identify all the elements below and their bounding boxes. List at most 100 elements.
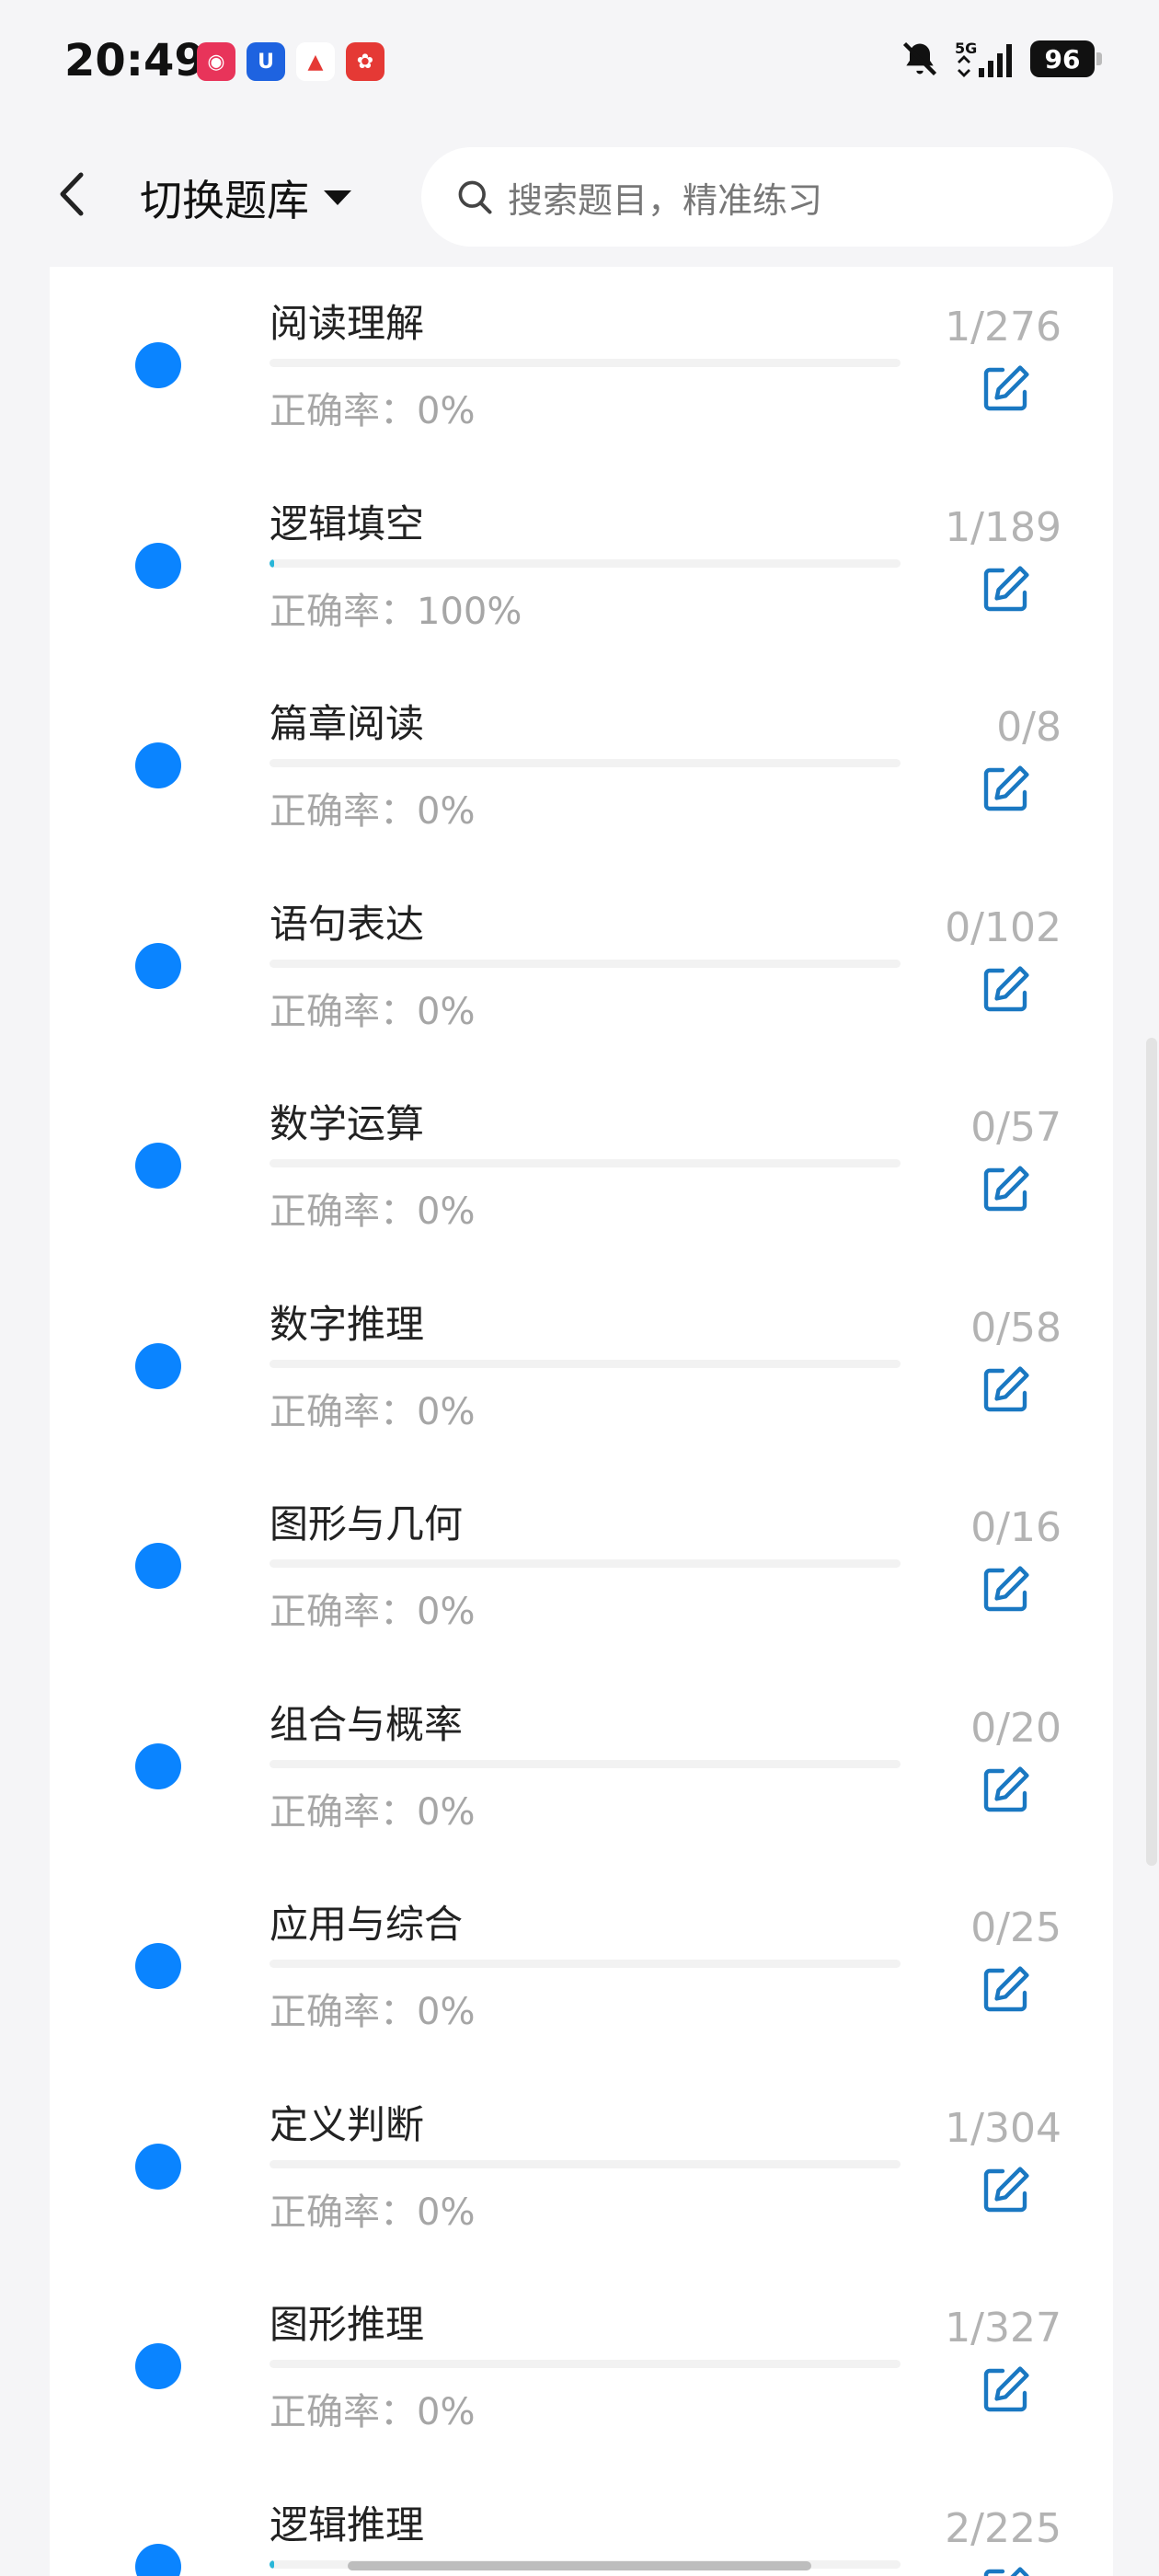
category-title: 组合与概率: [270, 1701, 464, 1747]
edit-icon: [983, 765, 1029, 811]
category-title: 篇章阅读: [270, 701, 425, 746]
status-dot: [135, 742, 181, 788]
progress-bar: [270, 2360, 901, 2368]
status-dot: [135, 942, 181, 989]
progress-bar: [270, 558, 901, 568]
accuracy-text: 正确率：0%: [270, 2391, 476, 2433]
accuracy-text: 正确率：0%: [270, 790, 476, 833]
category-title: 逻辑填空: [270, 500, 425, 546]
status-dot: [135, 1543, 181, 1589]
status-bar: 20:49 ◉ U ▲ ✿ 5G 96: [0, 0, 1159, 129]
progress-fill: [270, 558, 274, 568]
category-title: 语句表达: [270, 901, 425, 947]
progress-bar: [270, 1960, 901, 1968]
practice-button[interactable]: [981, 1363, 1032, 1415]
category-title: 数字推理: [270, 1301, 425, 1347]
progress-count: 0/58: [970, 1304, 1061, 1351]
practice-button[interactable]: [981, 1963, 1032, 2015]
switch-question-bank-button[interactable]: 切换题库: [140, 166, 353, 230]
app-icon: ▲: [296, 42, 335, 81]
status-dot: [135, 1342, 181, 1389]
status-dot: [135, 1742, 181, 1789]
practice-button[interactable]: [981, 2363, 1032, 2415]
home-indicator[interactable]: [348, 2561, 811, 2570]
top-bar: 切换题库 搜索题目，精准练习: [0, 129, 1159, 267]
vertical-scrollbar[interactable]: [1146, 1038, 1157, 1866]
list-item[interactable]: 阅读理解正确率：0% 1/276: [50, 267, 1113, 466]
caret-down-icon: [324, 190, 351, 205]
edit-icon: [983, 365, 1029, 411]
status-dot: [135, 342, 181, 388]
accuracy-text: 正确率：100%: [270, 590, 522, 633]
battery-indicator: 96: [1030, 40, 1102, 77]
progress-bar: [270, 959, 901, 968]
edit-icon: [983, 1566, 1029, 1612]
signal-icon: 5G: [955, 40, 1012, 77]
network-label: 5G: [955, 40, 977, 57]
practice-button[interactable]: [981, 2564, 1032, 2576]
category-title: 数学运算: [270, 1101, 425, 1146]
accuracy-text: 正确率：0%: [270, 1390, 476, 1433]
status-dot: [135, 542, 181, 589]
progress-bar: [270, 2159, 901, 2168]
category-title: 阅读理解: [270, 301, 425, 346]
progress-count: 1/189: [945, 503, 1061, 551]
chevron-left-icon: [60, 172, 84, 216]
progress-bar: [270, 1359, 901, 1368]
progress-count: 1/327: [945, 2305, 1061, 2352]
progress-bar: [270, 1559, 901, 1568]
accuracy-text: 正确率：0%: [270, 1591, 476, 1633]
progress-count: 0/8: [996, 704, 1061, 751]
practice-button[interactable]: [981, 1764, 1032, 1815]
practice-button[interactable]: [981, 1163, 1032, 1214]
practice-button[interactable]: [981, 2164, 1032, 2215]
list-item[interactable]: 定义判断 正确率：0% 1/304: [50, 2068, 1113, 2268]
progress-count: 0/102: [945, 903, 1061, 951]
progress-count: 1/276: [945, 304, 1061, 351]
list-item[interactable]: 组合与概率 正确率：0% 0/20: [50, 1668, 1113, 1868]
practice-button[interactable]: [981, 1563, 1032, 1615]
list-item[interactable]: 逻辑推理 2/225: [50, 2468, 1113, 2576]
status-dot: [135, 1143, 181, 1189]
status-dot: [135, 2543, 181, 2576]
progress-count: 0/25: [970, 1904, 1061, 1951]
status-dot: [135, 2143, 181, 2190]
progress-bar: [270, 1159, 901, 1167]
practice-button[interactable]: [981, 763, 1032, 814]
category-title: 图形推理: [270, 2302, 425, 2347]
list-item[interactable]: 逻辑填空正确率：100% 1/189: [50, 467, 1113, 667]
app-icon: ✿: [346, 42, 384, 81]
edit-icon: [983, 2566, 1029, 2576]
accuracy-text: 正确率：0%: [270, 390, 476, 432]
app-icon: U: [247, 42, 285, 81]
list-item[interactable]: 数字推理正确率：0% 0/58: [50, 1268, 1113, 1467]
list-item[interactable]: 应用与综合 正确率：0% 0/25: [50, 1868, 1113, 2067]
edit-icon: [983, 1966, 1029, 2012]
search-input[interactable]: 搜索题目，精准练习: [421, 147, 1113, 247]
category-title: 定义判断: [270, 2101, 425, 2147]
accuracy-text: 正确率：0%: [270, 1991, 476, 2033]
progress-bar: [270, 1759, 901, 1768]
progress-count: 0/57: [970, 1104, 1061, 1151]
practice-button[interactable]: [981, 362, 1032, 414]
status-time: 20:49: [64, 35, 205, 86]
practice-button[interactable]: [981, 963, 1032, 1015]
progress-count: 2/225: [945, 2504, 1061, 2552]
practice-button[interactable]: [981, 563, 1032, 615]
search-placeholder: 搜索题目，精准练习: [508, 179, 823, 221]
notification-app-icons: ◉ U ▲ ✿: [197, 42, 384, 81]
list-item[interactable]: 篇章阅读正确率：0% 0/8: [50, 667, 1113, 867]
list-item[interactable]: 图形与几何 正确率：0% 0/16: [50, 1467, 1113, 1667]
edit-icon: [983, 1365, 1029, 1411]
list-item[interactable]: 数学运算 正确率：0% 0/57: [50, 1067, 1113, 1267]
progress-bar: [270, 359, 901, 367]
list-item[interactable]: 语句表达 正确率：0% 0/102: [50, 868, 1113, 1067]
status-dot: [135, 1943, 181, 1989]
progress-count: 0/16: [970, 1504, 1061, 1551]
list-item[interactable]: 图形推理正确率：0% 1/327: [50, 2268, 1113, 2467]
edit-icon: [983, 2166, 1029, 2212]
edit-icon: [983, 965, 1029, 1011]
app-icon: ◉: [197, 42, 235, 81]
back-button[interactable]: [46, 162, 101, 226]
progress-fill: [270, 2559, 274, 2569]
